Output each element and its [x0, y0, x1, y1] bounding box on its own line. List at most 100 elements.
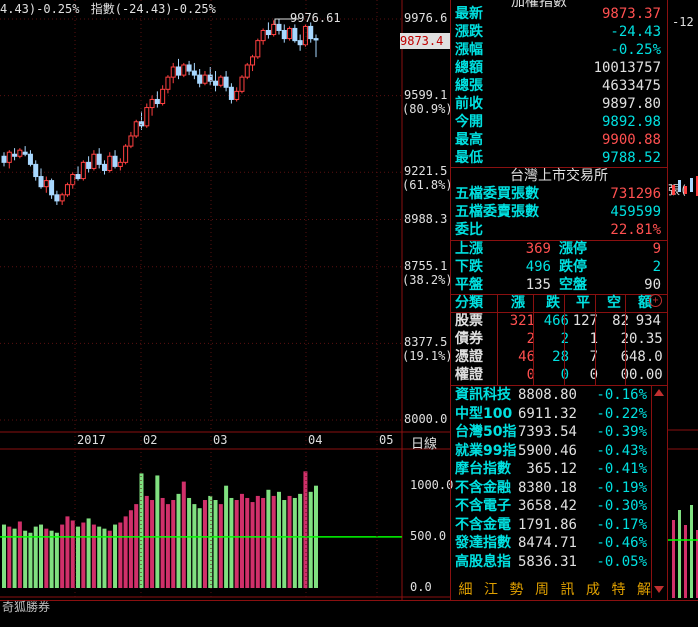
- sector-scrollbar[interactable]: [651, 386, 666, 598]
- sector-row[interactable]: 不含電子 3658.42 -0.30%: [451, 497, 651, 516]
- sector-row[interactable]: 不含金融 8380.18 -0.19%: [451, 479, 651, 498]
- add-circle-icon[interactable]: +: [649, 294, 662, 307]
- price-axis-label: 8988.3: [404, 211, 448, 226]
- sector-row[interactable]: 就業99指 5900.46 -0.43%: [451, 442, 651, 461]
- volume-bar: [86, 518, 91, 588]
- panel-tab[interactable]: 周: [532, 580, 553, 600]
- volume-bar: [266, 489, 271, 588]
- quote-row: 漲幅 -0.25%: [451, 41, 667, 60]
- volume-axis-label: 500.0: [410, 528, 447, 543]
- breadth-grid-row: 債券22120.35: [451, 330, 667, 349]
- grid-row-label: 憑證: [455, 349, 483, 365]
- order-label: 五檔委買張數: [455, 186, 539, 202]
- candle-body: [255, 40, 261, 58]
- sector-change: -0.22%: [596, 405, 647, 422]
- price-axis-label: 9221.5: [404, 164, 448, 179]
- volume-bar: [234, 500, 239, 588]
- adjacent-mini-chart: [668, 176, 698, 598]
- sector-change: -0.05%: [596, 553, 647, 570]
- panel-tab[interactable]: 成: [583, 580, 604, 600]
- candle-body: [297, 40, 303, 46]
- panel-tab[interactable]: 特: [608, 580, 629, 600]
- chart-header-change: 4.43)-0.25%: [0, 2, 80, 16]
- candlestick-chart[interactable]: [0, 0, 450, 600]
- time-axis-label: 2017: [77, 433, 106, 447]
- order-label: 委比: [455, 222, 483, 238]
- quote-panel: 加權指數 最新 9873.37 漲跌 -24.43 漲幅 -0.25% 總額 10013757…: [450, 0, 667, 600]
- price-axis-label: 8000.0: [404, 412, 448, 426]
- sector-row[interactable]: 中型100 6911.32 -0.22%: [451, 405, 651, 424]
- quote-value: 9873.37: [601, 6, 661, 22]
- volume-bar: [171, 500, 176, 588]
- volume-bar: [33, 526, 38, 588]
- sector-name: 發達指數: [455, 535, 511, 551]
- candle-body: [107, 155, 113, 171]
- volume-bar: [160, 497, 165, 588]
- sector-name: 資訊科技: [455, 387, 511, 403]
- grid-cell: 1: [589, 331, 598, 347]
- panel-tab[interactable]: 細: [455, 580, 476, 600]
- breadth-value: 90: [644, 277, 661, 293]
- candle-body: [96, 153, 102, 165]
- candle-body: [186, 64, 192, 72]
- high-marker-label: 9976.61: [290, 11, 341, 25]
- volume-bar: [255, 495, 260, 588]
- candle-body: [265, 29, 271, 36]
- volume-bar: [197, 508, 202, 588]
- sector-change: -0.39%: [596, 424, 647, 440]
- grid-header-cell: 漲: [511, 295, 525, 311]
- sector-change: -0.16%: [596, 387, 647, 403]
- sector-change: -0.43%: [596, 442, 647, 459]
- candle-body: [91, 153, 97, 169]
- candle-body: [170, 66, 176, 78]
- sector-change: -0.19%: [596, 479, 647, 496]
- quote-row: 最低 9788.52: [451, 149, 667, 168]
- sector-row[interactable]: 發達指數 8474.71 -0.46%: [451, 534, 651, 553]
- time-axis-label: 04: [308, 433, 323, 447]
- candle-body: [133, 121, 139, 137]
- quote-row: 漲跌 -24.43: [451, 23, 667, 42]
- panel-tab[interactable]: 勢: [506, 580, 527, 600]
- panel-tab[interactable]: 江: [481, 580, 502, 600]
- breadth-label: 空盤: [559, 277, 587, 293]
- sector-row[interactable]: 不含金電 1791.86 -0.17%: [451, 516, 651, 535]
- sector-name: 不含金電: [455, 516, 511, 533]
- sector-row[interactable]: 資訊科技 8808.80 -0.16%: [451, 386, 651, 405]
- candle-body: [191, 70, 197, 76]
- index-chart[interactable]: 4.43)-0.25% 指數(-24.43)-0.25% 9976.61 987…: [0, 0, 453, 600]
- volume-bar: [65, 516, 70, 588]
- volume-bar: [187, 497, 192, 588]
- candle-body: [27, 153, 33, 165]
- sector-name: 不含金融: [455, 479, 511, 496]
- panel-tab[interactable]: 訊: [557, 580, 578, 600]
- grid-cell: 7: [589, 349, 598, 365]
- grid-cell: 321: [509, 313, 535, 329]
- scroll-down-icon[interactable]: [654, 586, 664, 593]
- candle-body: [313, 38, 319, 41]
- candle-body: [250, 56, 256, 66]
- candle-body: [80, 161, 86, 180]
- volume-bar: [165, 504, 170, 588]
- order-value: 22.81%: [610, 222, 661, 238]
- breadth-label: 漲停: [559, 241, 587, 257]
- sector-name: 摩台指數: [455, 461, 511, 477]
- sector-row[interactable]: 高股息指 5836.31 -0.05%: [451, 553, 651, 572]
- candle-body: [181, 64, 187, 76]
- fib-pct-label: (38.2%): [402, 272, 453, 287]
- breadth-value: 2: [652, 259, 661, 275]
- period-label[interactable]: 日線: [411, 433, 437, 452]
- volume-bar: [113, 524, 118, 588]
- candle-body: [33, 163, 39, 178]
- grid-cell: 0: [526, 367, 535, 383]
- volume-bar: [97, 526, 102, 588]
- sector-row[interactable]: 摩台指數 365.12 -0.41%: [451, 460, 651, 479]
- grid-row-label: 權證: [455, 367, 483, 383]
- volume-bar: [107, 530, 112, 588]
- volume-bar: [60, 524, 65, 588]
- quote-row: 總額 10013757: [451, 59, 667, 78]
- sector-row[interactable]: 台灣50指 7393.54 -0.39%: [451, 423, 651, 442]
- volume-bar: [282, 500, 287, 588]
- order-value: 459599: [610, 204, 661, 220]
- scroll-up-icon[interactable]: [654, 389, 664, 396]
- quote-label: 總張: [455, 78, 483, 94]
